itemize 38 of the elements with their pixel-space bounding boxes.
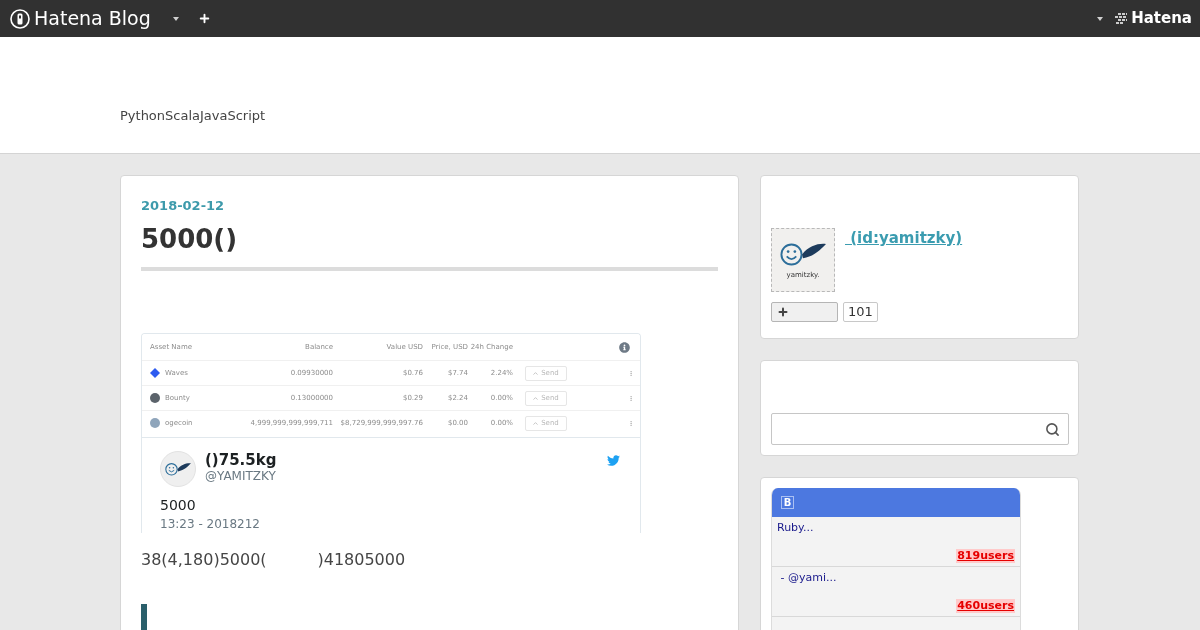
kebab-menu-icon bbox=[628, 393, 634, 403]
tweet-handle: @YAMITZKY bbox=[205, 469, 277, 484]
chevron-up-icon bbox=[533, 421, 539, 425]
article-title: 5000() bbox=[141, 224, 718, 271]
profile-id-link[interactable]: (id:yamitzky) bbox=[845, 229, 963, 247]
kebab-menu-icon bbox=[628, 418, 634, 428]
caret-icon bbox=[1097, 16, 1104, 21]
caret-icon bbox=[172, 16, 179, 21]
plus-icon bbox=[198, 12, 212, 25]
tweet-author-name: ()75.5kg bbox=[205, 451, 277, 469]
article-date-link[interactable]: 2018-02-12 bbox=[141, 198, 225, 214]
section-heading-bar bbox=[141, 604, 147, 630]
follower-count: 101 bbox=[843, 302, 878, 322]
kebab-menu-icon bbox=[628, 368, 634, 378]
search-field[interactable] bbox=[771, 413, 1069, 445]
bookmark-logo: B bbox=[781, 496, 794, 509]
search-icon bbox=[1045, 421, 1060, 437]
hatena-logo[interactable]: Hatena bbox=[1114, 11, 1192, 26]
info-icon bbox=[619, 341, 630, 353]
logo-icon bbox=[1114, 12, 1129, 25]
bookmark-users-link[interactable]: 460users bbox=[956, 599, 1015, 613]
plus-icon bbox=[777, 306, 789, 318]
bookmark-users-link[interactable]: 819users bbox=[956, 549, 1015, 563]
logo-icon bbox=[10, 8, 30, 29]
tweet-time-link[interactable]: 13:23 - 2018212 bbox=[160, 516, 260, 532]
article-paragraph: 38(4,180)5000( )41805000 bbox=[141, 550, 406, 570]
add-button[interactable] bbox=[197, 11, 212, 26]
hatena-blog-logo[interactable]: Hatena Blog bbox=[10, 8, 151, 29]
tweet-text: 5000 bbox=[160, 496, 196, 514]
twitter-bird-icon bbox=[606, 454, 621, 467]
bookmark-entry-link[interactable]: Ruby... bbox=[777, 521, 814, 535]
chevron-up-icon bbox=[533, 371, 539, 375]
bookmark-entry-link[interactable]: - @yami... bbox=[777, 571, 837, 585]
smiley-logo-icon bbox=[780, 241, 826, 266]
blog-title-link[interactable]: PythonScalaJavaScript bbox=[120, 108, 266, 123]
chevron-up-icon bbox=[533, 396, 539, 400]
smiley-logo-icon bbox=[165, 462, 191, 476]
follow-button[interactable] bbox=[771, 302, 838, 322]
